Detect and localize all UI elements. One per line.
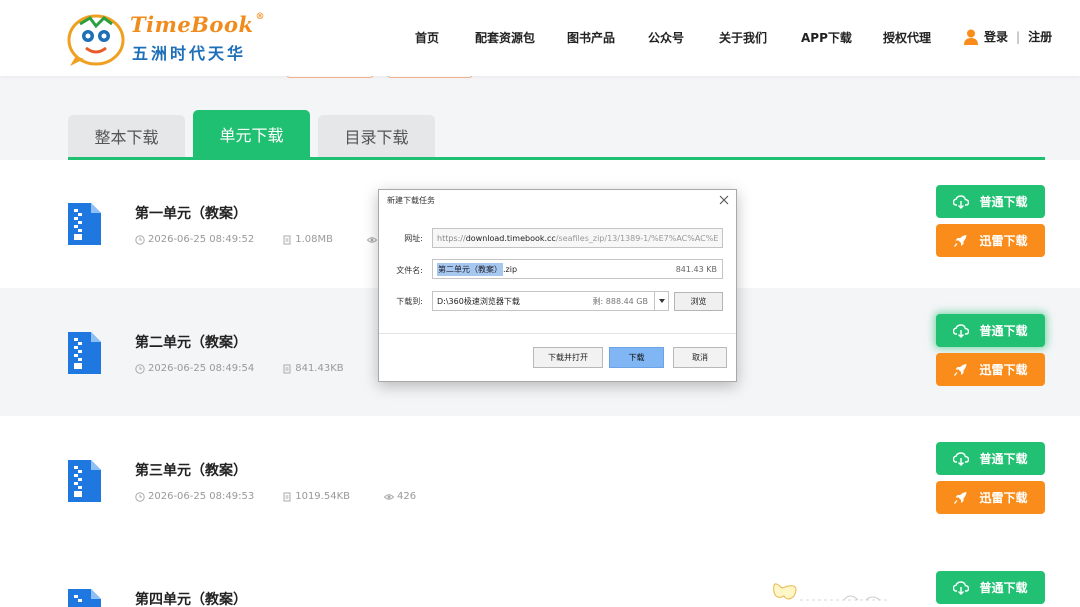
nav-books[interactable]: 图书产品 bbox=[567, 29, 615, 46]
thunder-download-button[interactable]: 迅雷下载 bbox=[936, 353, 1045, 386]
unit-meta: 2026-06-25 08:49:54 841.43KB bbox=[135, 363, 391, 374]
register-link[interactable]: 注册 bbox=[1028, 28, 1052, 45]
url-field[interactable]: https://download.timebook.cc/seafiles_zi… bbox=[432, 228, 723, 248]
close-icon[interactable] bbox=[718, 194, 730, 206]
unit-meta: 2026-06-25 08:49:53 1019.54KB 426 bbox=[135, 491, 416, 502]
nav-about[interactable]: 关于我们 bbox=[719, 29, 767, 46]
tab-full-download[interactable]: 整本下载 bbox=[68, 115, 185, 157]
user-icon bbox=[964, 29, 978, 45]
cloud-download-icon bbox=[953, 323, 970, 338]
unit-title[interactable]: 第二单元（教案） bbox=[135, 332, 247, 352]
new-download-dialog: 新建下载任务 网址: https://download.timebook.cc /… bbox=[378, 189, 737, 382]
site-logo[interactable]: TimeBook ® 五洲时代天华 bbox=[66, 8, 266, 68]
clock-icon bbox=[135, 234, 145, 245]
eye-icon bbox=[366, 236, 377, 243]
nav-agents[interactable]: 授权代理 bbox=[883, 29, 931, 46]
rocket-icon bbox=[954, 234, 967, 247]
unit-title[interactable]: 第三单元（教案） bbox=[135, 460, 247, 480]
saveto-label: 下载到: bbox=[396, 297, 423, 306]
eye-icon bbox=[384, 493, 394, 500]
zip-file-icon bbox=[68, 589, 101, 607]
normal-download-button[interactable]: 普通下载 bbox=[936, 314, 1045, 347]
clock-icon bbox=[135, 491, 145, 502]
size-meta: 841.43KB bbox=[282, 363, 344, 374]
file-size: 841.43 KB bbox=[675, 264, 717, 274]
thunder-download-button[interactable]: 迅雷下载 bbox=[936, 224, 1045, 257]
zip-file-icon bbox=[68, 332, 101, 374]
cloud-download-icon bbox=[953, 580, 970, 595]
clock-icon bbox=[135, 363, 145, 374]
download-and-open-button[interactable]: 下载并打开 bbox=[533, 347, 603, 368]
cloud-download-icon bbox=[953, 194, 970, 209]
unit-meta: 2026-06-25 08:49:52 1.08MB 1 bbox=[135, 234, 386, 245]
date-meta: 2026-06-25 08:49:54 bbox=[135, 363, 254, 374]
brand-name-cn: 五洲时代天华 bbox=[132, 44, 247, 63]
list-item bbox=[0, 416, 1080, 544]
auth-links: 登录 | 注册 bbox=[964, 28, 1052, 45]
nav-app-download[interactable]: APP下载 bbox=[801, 29, 852, 46]
nav-resource-packs[interactable]: 配套资源包 bbox=[475, 29, 535, 46]
chevron-down-icon bbox=[658, 299, 665, 303]
filename-selection: 第二单元（教案） bbox=[437, 262, 503, 276]
thunder-download-button[interactable]: 迅雷下载 bbox=[936, 481, 1045, 514]
normal-download-button[interactable]: 普通下载 bbox=[936, 571, 1045, 604]
dialog-divider bbox=[379, 333, 736, 334]
document-icon bbox=[283, 492, 291, 501]
size-meta: 1.08MB bbox=[282, 234, 333, 245]
document-icon bbox=[283, 364, 291, 373]
rocket-icon bbox=[954, 363, 967, 376]
auth-separator: | bbox=[1016, 29, 1021, 44]
cloud-download-icon bbox=[953, 451, 970, 466]
nav-wechat[interactable]: 公众号 bbox=[648, 29, 684, 46]
date-meta: 2026-06-25 08:49:53 bbox=[135, 491, 254, 502]
butterfly-decoration-icon bbox=[773, 583, 890, 601]
brand-name-en: TimeBook ® bbox=[130, 12, 265, 37]
url-label: 网址: bbox=[404, 234, 423, 243]
tab-toc-download[interactable]: 目录下载 bbox=[318, 115, 435, 157]
logo-mascot-icon bbox=[67, 14, 125, 66]
zip-file-icon bbox=[68, 460, 101, 502]
document-icon bbox=[283, 235, 291, 244]
browse-button[interactable]: 浏览 bbox=[674, 292, 723, 311]
date-meta: 2026-06-25 08:49:52 bbox=[135, 234, 254, 245]
zip-file-icon bbox=[68, 203, 101, 245]
filename-field[interactable]: 第二单元（教案） .zip 841.43 KB bbox=[432, 259, 723, 279]
dialog-title: 新建下载任务 bbox=[387, 196, 435, 205]
views-meta: 426 bbox=[384, 491, 416, 502]
nav-home[interactable]: 首页 bbox=[415, 29, 439, 46]
free-space: 剩: 888.44 GB bbox=[592, 296, 648, 306]
tab-unit-download[interactable]: 单元下载 bbox=[193, 110, 310, 157]
size-meta: 1019.54KB bbox=[282, 491, 350, 502]
filename-label: 文件名: bbox=[396, 266, 423, 275]
unit-title[interactable]: 第一单元（教案） bbox=[135, 203, 247, 223]
normal-download-button[interactable]: 普通下载 bbox=[936, 185, 1045, 218]
unit-title[interactable]: 第四单元（教案） bbox=[135, 589, 247, 607]
cancel-button[interactable]: 取消 bbox=[673, 347, 727, 368]
path-dropdown-button[interactable] bbox=[655, 291, 669, 311]
site-header: TimeBook ® 五洲时代天华 首页 配套资源包 图书产品 公众号 关于我们 … bbox=[0, 0, 1080, 76]
save-path-field[interactable]: D:\360极速浏览器下载 剩: 888.44 GB bbox=[432, 291, 655, 311]
normal-download-button[interactable]: 普通下载 bbox=[936, 442, 1045, 475]
rocket-icon bbox=[954, 491, 967, 504]
download-button[interactable]: 下载 bbox=[609, 347, 664, 368]
login-link[interactable]: 登录 bbox=[984, 28, 1008, 45]
